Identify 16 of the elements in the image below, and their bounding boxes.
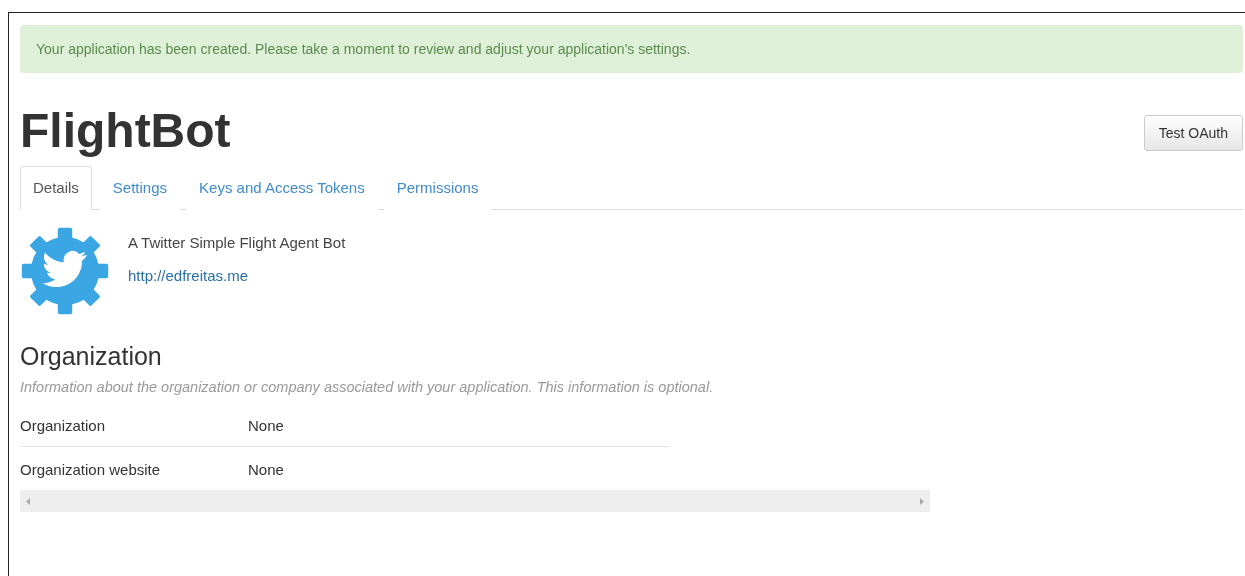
scroll-right-icon[interactable] <box>920 497 924 505</box>
section-note: Information about the organization or company associated with your application. This information is optional. <box>20 379 715 395</box>
app-description: A Twitter Simple Flight Agent Bot <box>128 234 346 251</box>
gear-bird-logo-icon <box>20 226 110 316</box>
tab[interactable]: Details <box>20 166 92 210</box>
test-oauth-button[interactable]: Test OAuth <box>1143 115 1243 151</box>
success-alert: Your application has been created. Please take a moment to review and adjust your application's settings. <box>20 25 1243 73</box>
field-value: None <box>248 461 284 478</box>
website-link[interactable]: http://edfreitas.me <box>128 267 346 284</box>
section-heading: Organization <box>20 342 163 371</box>
field-value: None <box>248 417 284 434</box>
horizontal-scrollbar[interactable] <box>20 490 930 512</box>
field-label: Organization <box>20 417 107 434</box>
app-title: FlightBot <box>20 103 231 159</box>
field-label: Organization website <box>20 461 162 478</box>
scroll-left-icon[interactable] <box>26 497 30 505</box>
